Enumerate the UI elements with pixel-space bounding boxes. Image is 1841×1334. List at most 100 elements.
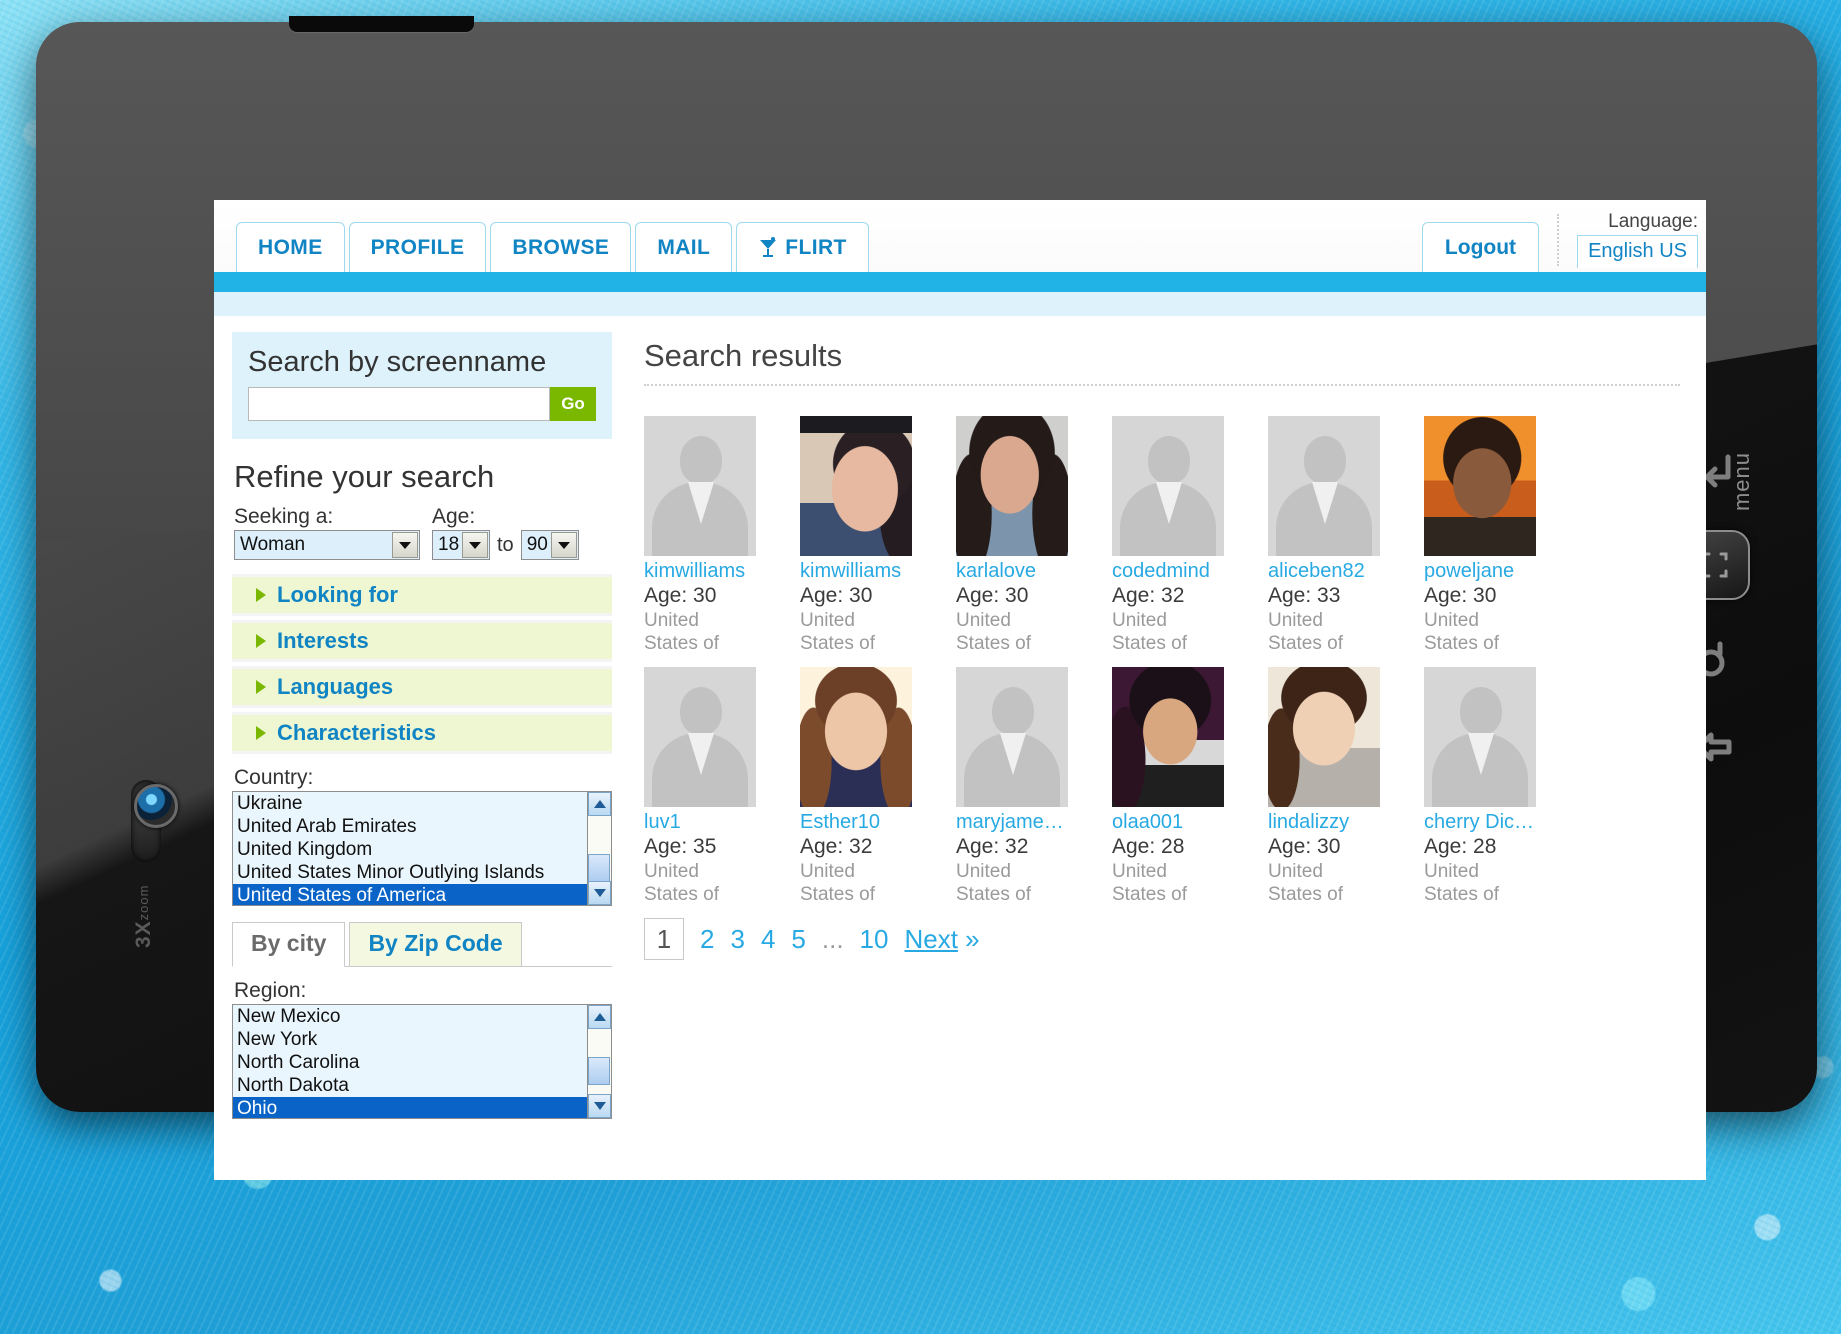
- scroll-down-icon[interactable]: [588, 881, 611, 905]
- tab-by-zip-code[interactable]: By Zip Code: [349, 922, 522, 967]
- go-button[interactable]: Go: [550, 387, 596, 421]
- profile-card[interactable]: poweljane Age: 30 United States of Ameri…: [1424, 416, 1536, 655]
- scroll-down-icon[interactable]: [588, 1094, 611, 1118]
- language-value[interactable]: English US: [1577, 235, 1698, 268]
- profile-name[interactable]: olaa001: [1112, 811, 1224, 834]
- profile-name[interactable]: maryjames123: [956, 811, 1068, 834]
- nav-tab-flirt[interactable]: FLIRT: [736, 222, 869, 272]
- accordion-languages-label: Languages: [277, 674, 394, 699]
- profile-card[interactable]: codedmind Age: 32 United States of Ameri…: [1112, 416, 1224, 655]
- nav-tab-mail[interactable]: MAIL: [635, 222, 733, 272]
- screenname-input[interactable]: [248, 387, 550, 421]
- profile-name[interactable]: kimwilliams: [800, 560, 912, 583]
- screenname-search-title: Search by screenname: [248, 346, 547, 378]
- profile-name[interactable]: aliceben82: [1268, 560, 1380, 583]
- age-label: Age:: [432, 505, 476, 528]
- avatar[interactable]: [800, 667, 912, 807]
- nav-tab-home-label: HOME: [258, 235, 323, 259]
- age-to-select[interactable]: 90: [520, 530, 579, 560]
- pagination-page-3[interactable]: 3: [730, 924, 744, 955]
- results-row: kimwilliams Age: 30 United States of Ame…: [644, 416, 1680, 655]
- pagination-next-label: Next: [904, 923, 958, 954]
- country-scrollbar[interactable]: [587, 792, 611, 905]
- avatar[interactable]: [644, 416, 756, 556]
- age-from-select[interactable]: 18: [432, 530, 490, 560]
- region-scrollbar-thumb[interactable]: [588, 1057, 610, 1085]
- scroll-up-icon[interactable]: [588, 792, 611, 816]
- country-scrollbar-thumb[interactable]: [588, 854, 610, 882]
- region-option[interactable]: New Mexico: [233, 1005, 611, 1028]
- page-title: Search results: [644, 338, 843, 373]
- location-tabs: By city By Zip Code: [232, 922, 612, 967]
- profile-name[interactable]: cherry Dicks...: [1424, 811, 1536, 834]
- profile-card[interactable]: aliceben82 Age: 33 United States of Amer…: [1268, 416, 1380, 655]
- nav-tab-profile[interactable]: PROFILE: [348, 222, 487, 272]
- pagination-current-page: 1: [644, 918, 684, 960]
- country-option-selected[interactable]: United States of America: [233, 884, 611, 905]
- region-option[interactable]: North Carolina: [233, 1051, 611, 1074]
- profile-card[interactable]: kimwilliams Age: 30 United States of Ame…: [644, 416, 756, 655]
- profile-card[interactable]: luv1 Age: 35 United States of America, C…: [644, 667, 756, 906]
- profile-card[interactable]: cherry Dicks... Age: 28 United States of…: [1424, 667, 1536, 906]
- pagination-page-2[interactable]: 2: [700, 924, 714, 955]
- scroll-up-icon[interactable]: [588, 1005, 611, 1029]
- tab-by-city[interactable]: By city: [232, 922, 346, 967]
- profile-card[interactable]: kimwilliams Age: 30 United States of Ame…: [800, 416, 912, 655]
- avatar[interactable]: [956, 416, 1068, 556]
- site-header: HOME PROFILE BROWSE MAIL FLIRT Logout La…: [214, 200, 1706, 272]
- accordion-looking-for[interactable]: Looking for: [232, 574, 612, 616]
- avatar[interactable]: [1112, 667, 1224, 807]
- profile-card[interactable]: lindalizzy Age: 30 United States of Amer…: [1268, 667, 1380, 906]
- profile-age: Age: 28: [1112, 835, 1185, 858]
- country-option[interactable]: Ukraine: [233, 792, 611, 815]
- pagination-last-page[interactable]: 10: [860, 924, 889, 955]
- country-listbox[interactable]: Ukraine United Arab Emirates United King…: [232, 791, 612, 906]
- avatar[interactable]: [1424, 667, 1536, 807]
- pagination-next-button[interactable]: Next »: [904, 924, 979, 955]
- avatar[interactable]: [1268, 416, 1380, 556]
- region-option-selected[interactable]: Ohio: [233, 1097, 611, 1118]
- avatar[interactable]: [644, 667, 756, 807]
- profile-name[interactable]: Esther10: [800, 811, 912, 834]
- profile-card[interactable]: Esther10 Age: 32 United States of Americ…: [800, 667, 912, 906]
- profile-name[interactable]: lindalizzy: [1268, 811, 1380, 834]
- nav-tab-browse[interactable]: BROWSE: [490, 222, 632, 272]
- profile-name[interactable]: poweljane: [1424, 560, 1536, 583]
- country-option[interactable]: United Arab Emirates: [233, 815, 611, 838]
- profile-card[interactable]: olaa001 Age: 28 United States of America…: [1112, 667, 1224, 906]
- logout-button[interactable]: Logout: [1421, 222, 1540, 272]
- page-content: Search by screenname Go Refine your sear…: [214, 316, 1706, 1180]
- region-listbox[interactable]: New Mexico New York North Carolina North…: [232, 1004, 612, 1119]
- pagination-page-5[interactable]: 5: [791, 924, 805, 955]
- seeking-age-row: Seeking a: Woman Age: 18 to 90: [232, 505, 612, 560]
- avatar[interactable]: [800, 416, 912, 556]
- profile-name[interactable]: codedmind: [1112, 560, 1224, 583]
- profile-card[interactable]: karlalove Age: 30 United States of Ameri…: [956, 416, 1068, 655]
- avatar[interactable]: [1112, 416, 1224, 556]
- cocktail-icon: [758, 236, 778, 259]
- speaker-notch: [289, 16, 474, 32]
- profile-name[interactable]: kimwilliams: [644, 560, 756, 583]
- country-option[interactable]: United States Minor Outlying Islands: [233, 861, 611, 884]
- age-group: Age: 18 to 90: [432, 505, 579, 560]
- logout-label: Logout: [1444, 235, 1517, 259]
- nav-tab-home[interactable]: HOME: [236, 222, 345, 272]
- region-option[interactable]: North Dakota: [233, 1074, 611, 1097]
- avatar[interactable]: [956, 667, 1068, 807]
- profile-card[interactable]: maryjames123 Age: 32 United States of Am…: [956, 667, 1068, 906]
- avatar[interactable]: [1268, 667, 1380, 807]
- accordion-interests[interactable]: Interests: [232, 620, 612, 662]
- profile-age: Age: 28: [1424, 835, 1497, 858]
- accordion-interests-label: Interests: [277, 628, 369, 653]
- nav-tab-mail-label: MAIL: [657, 235, 711, 259]
- header-subbar: [214, 292, 1706, 316]
- profile-name[interactable]: karlalove: [956, 560, 1068, 583]
- accordion-languages[interactable]: Languages: [232, 666, 612, 708]
- pagination-page-4[interactable]: 4: [761, 924, 775, 955]
- region-option[interactable]: New York: [233, 1028, 611, 1051]
- accordion-characteristics[interactable]: Characteristics: [232, 712, 612, 754]
- avatar[interactable]: [1424, 416, 1536, 556]
- profile-name[interactable]: luv1: [644, 811, 756, 834]
- country-option[interactable]: United Kingdom: [233, 838, 611, 861]
- seeking-select[interactable]: Woman: [234, 530, 420, 560]
